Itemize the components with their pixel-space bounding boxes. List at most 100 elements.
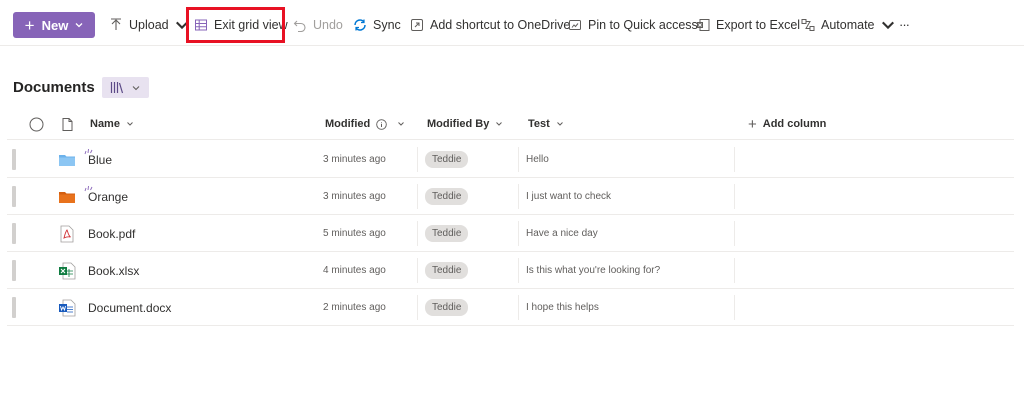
- add-shortcut-label: Add shortcut to OneDrive: [430, 18, 571, 32]
- undo-button[interactable]: Undo: [293, 12, 343, 38]
- chevron-down-icon: [75, 23, 83, 28]
- file-name-link[interactable]: Orange: [88, 190, 128, 204]
- more-options-icon: ···: [899, 16, 910, 32]
- modified-time: 5 minutes ago: [323, 228, 386, 239]
- modified-by-badge[interactable]: Teddie: [425, 151, 469, 168]
- folder-icon: [59, 155, 75, 166]
- upload-button[interactable]: Upload: [109, 12, 189, 38]
- chevron-down-icon: [398, 122, 405, 126]
- chevron-down-icon: [132, 85, 140, 90]
- cell-divider: [417, 221, 418, 246]
- cell-divider: [417, 295, 418, 320]
- cell-divider: [734, 221, 735, 246]
- export-excel-label: Export to Excel: [716, 18, 801, 32]
- more-options-button[interactable]: ···: [899, 11, 910, 37]
- modified-by-badge[interactable]: Teddie: [425, 188, 469, 205]
- cell-divider: [734, 147, 735, 172]
- cell-divider: [417, 184, 418, 209]
- file-name-link[interactable]: Blue: [88, 153, 112, 167]
- column-header-row: Name Modified Modified By Test + Add col…: [7, 108, 1014, 140]
- pin-quick-access-label: Pin to Quick access: [588, 18, 698, 32]
- add-column-button[interactable]: + Add column: [748, 108, 826, 140]
- pdf-file-icon: [60, 225, 74, 243]
- modified-time: 2 minutes ago: [323, 302, 386, 313]
- excel-export-icon: [697, 19, 710, 31]
- add-column-label: Add column: [762, 118, 827, 130]
- select-all-checkbox[interactable]: [29, 108, 44, 140]
- modified-by-badge[interactable]: Teddie: [425, 299, 469, 316]
- table-row[interactable]: Book.pdf 5 minutes ago Teddie Have a nic…: [7, 215, 1014, 252]
- file-name-link[interactable]: Document.docx: [88, 301, 171, 315]
- upload-icon: [111, 18, 121, 30]
- plus-icon: +: [24, 15, 35, 35]
- modified-by-column-header[interactable]: Modified By: [427, 108, 503, 140]
- chevron-down-icon: [496, 122, 503, 126]
- command-bar: + New Upload Exit grid view Undo Sync Ad…: [0, 0, 1024, 46]
- test-header-label: Test: [528, 118, 550, 130]
- library-header: Documents: [13, 77, 149, 98]
- test-value[interactable]: Hello: [526, 154, 549, 165]
- chevron-down-icon: [881, 21, 894, 30]
- automate-icon: [801, 19, 815, 31]
- modified-header-label: Modified: [325, 118, 371, 130]
- automate-button[interactable]: Automate: [801, 12, 895, 38]
- view-switcher-button[interactable]: [101, 77, 149, 98]
- new-button[interactable]: + New: [13, 12, 95, 38]
- sync-icon: [354, 19, 366, 31]
- new-button-label: New: [41, 17, 69, 33]
- sync-button[interactable]: Sync: [353, 12, 401, 38]
- modified-column-header[interactable]: Modified: [325, 108, 405, 140]
- modified-time: 3 minutes ago: [323, 154, 386, 165]
- shortcut-icon: [411, 19, 423, 31]
- test-value[interactable]: I hope this helps: [526, 302, 599, 313]
- chevron-down-icon: [556, 122, 563, 126]
- chevron-down-icon: [127, 122, 133, 126]
- cell-divider: [417, 258, 418, 283]
- table-row[interactable]: Blue 3 minutes ago Teddie Hello: [7, 141, 1014, 178]
- page-title: Documents: [13, 79, 95, 96]
- circle-checkbox-icon: [29, 117, 44, 131]
- cell-divider: [734, 258, 735, 283]
- name-header-label: Name: [90, 118, 120, 130]
- name-column-header[interactable]: Name: [90, 108, 134, 140]
- cell-divider: [518, 221, 519, 246]
- library-view-icon: [111, 82, 124, 94]
- cell-divider: [734, 184, 735, 209]
- row-selection-handle[interactable]: [12, 186, 16, 207]
- plus-icon: +: [748, 115, 757, 133]
- cell-divider: [734, 295, 735, 320]
- pin-quick-access-button[interactable]: Pin to Quick access: [568, 12, 698, 38]
- test-value[interactable]: Is this what you're looking for?: [526, 265, 660, 276]
- upload-label: Upload: [129, 18, 169, 32]
- test-column-header[interactable]: Test: [528, 108, 564, 140]
- row-selection-handle[interactable]: [12, 260, 16, 281]
- cell-divider: [518, 295, 519, 320]
- info-icon: [376, 118, 387, 130]
- modified-by-badge[interactable]: Teddie: [425, 225, 469, 242]
- cell-divider: [518, 147, 519, 172]
- modified-time: 4 minutes ago: [323, 265, 386, 276]
- test-value[interactable]: Have a nice day: [526, 228, 598, 239]
- file-type-header[interactable]: [62, 108, 73, 140]
- automate-label: Automate: [821, 18, 875, 32]
- sync-label: Sync: [373, 18, 401, 32]
- word-file-icon: [59, 299, 76, 317]
- table-row[interactable]: Book.xlsx 4 minutes ago Teddie Is this w…: [7, 252, 1014, 289]
- row-selection-handle[interactable]: [12, 297, 16, 318]
- table-row[interactable]: Orange 3 minutes ago Teddie I just want …: [7, 178, 1014, 215]
- file-name-link[interactable]: Book.pdf: [88, 227, 135, 241]
- row-selection-handle[interactable]: [12, 149, 16, 170]
- file-name-link[interactable]: Book.xlsx: [88, 264, 139, 278]
- export-excel-button[interactable]: Export to Excel: [696, 12, 800, 38]
- pin-icon: [569, 20, 581, 30]
- folder-icon: [59, 192, 75, 203]
- add-shortcut-button[interactable]: Add shortcut to OneDrive: [410, 12, 570, 38]
- modified-by-badge[interactable]: Teddie: [425, 262, 469, 279]
- test-value[interactable]: I just want to check: [526, 191, 611, 202]
- row-selection-handle[interactable]: [12, 223, 16, 244]
- cell-divider: [518, 184, 519, 209]
- modified-time: 3 minutes ago: [323, 191, 386, 202]
- undo-icon: [293, 20, 306, 32]
- excel-file-icon: [59, 262, 76, 280]
- table-row[interactable]: Document.docx 2 minutes ago Teddie I hop…: [7, 289, 1014, 326]
